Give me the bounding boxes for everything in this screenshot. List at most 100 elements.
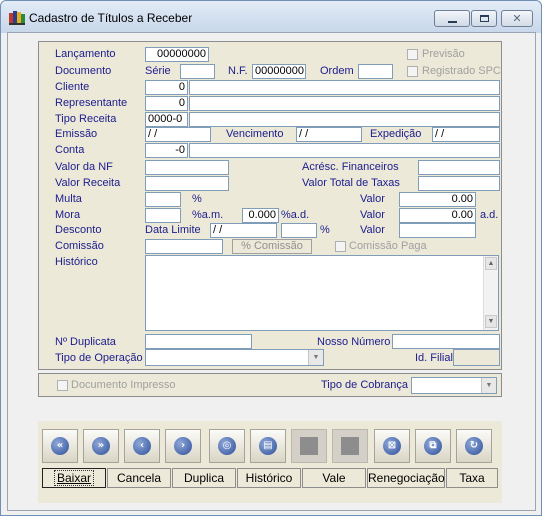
valor-receita-field[interactable] [145,176,229,191]
representante-label: Representante [55,97,128,109]
acresc-field[interactable] [418,160,500,175]
id-filial-label: Id. Filial [415,352,453,364]
lifebuoy-icon: ◎ [218,437,236,455]
mora-am-field[interactable] [145,208,181,223]
cliente-name-field[interactable] [189,80,500,95]
title-bar[interactable]: Cadastro de Títulos a Receber ✕ [1,1,541,33]
emissao-field[interactable]: / / [145,127,211,142]
minimize-button[interactable] [434,10,470,27]
historico-label: Histórico [55,256,98,268]
fast-forward-icon: » [92,437,110,455]
registrado-spc-checkbox[interactable] [407,66,418,77]
mora-valor-field[interactable]: 0.00 [399,208,476,223]
data-limite-label: Data Limite [145,224,201,236]
emissao-label: Emissão [55,128,98,140]
expedicao-field[interactable]: / / [432,127,500,142]
last-record-button[interactable]: » [83,429,119,463]
conta-label: Conta [55,144,85,156]
vencimento-field[interactable]: / / [296,127,362,142]
footer-panel: Documento Impresso Tipo de Cobrança ▼ [38,373,502,397]
mora-ad-field[interactable]: 0.000 [242,208,279,223]
representante-name-field[interactable] [189,96,500,111]
historico-textarea[interactable]: ▲ ▼ [145,255,499,331]
disabled-button-2 [332,429,368,463]
valor-nf-field[interactable] [145,160,229,175]
nosso-numero-field[interactable] [392,334,500,349]
close-button[interactable]: ✕ [501,10,533,27]
conta-name-field[interactable] [189,143,500,158]
multa-valor-field[interactable]: 0.00 [399,192,476,207]
data-limite-field[interactable]: / / [210,223,277,238]
list-button[interactable]: ▤ [250,429,286,463]
refresh-button[interactable]: ↻ [456,429,492,463]
scroll-up-icon[interactable]: ▲ [485,257,497,270]
desconto-pct-field[interactable] [281,223,317,238]
tipo-operacao-select[interactable]: ▼ [145,349,324,366]
representante-code-field[interactable]: 0 [145,96,188,111]
first-record-button[interactable]: « [42,429,78,463]
tipo-operacao-dropdown[interactable]: ▼ [308,350,323,365]
tipo-cobranca-select[interactable]: ▼ [411,377,497,394]
tipo-cobranca-dropdown[interactable]: ▼ [481,378,496,393]
mora-valor-unit: a.d. [480,209,499,221]
comissao-paga-label: Comissão Paga [349,240,427,252]
list-icon: ▤ [259,437,277,455]
historico-button[interactable]: Histórico [237,468,301,488]
maximize-button[interactable] [471,10,497,27]
multa-pct-field[interactable] [145,192,181,207]
nf-field[interactable]: 00000000 [252,64,306,79]
baixar-button[interactable]: Baixar [42,468,106,488]
copy-button[interactable]: ⧉ [415,429,451,463]
expedicao-label: Expedição [370,128,422,140]
vale-button[interactable]: Vale [302,468,366,488]
documento-label: Documento [55,65,112,77]
rewind-icon: « [51,437,69,455]
maximize-icon [479,15,489,22]
tipo-receita-label: Tipo Receita [55,113,117,125]
documento-impresso-checkbox[interactable] [57,380,68,391]
valor-total-taxas-field[interactable] [418,176,500,191]
pct-comissao-button[interactable]: % Comissão [232,239,312,254]
tipo-receita-name-field[interactable] [189,112,500,127]
cancela-button[interactable]: Cancela [107,468,171,488]
cliente-code-field[interactable]: 0 [145,80,188,95]
tipo-receita-code-field[interactable]: 0000-0 [145,112,188,127]
ordem-field[interactable] [358,64,393,79]
close-icon: ✕ [512,11,522,25]
desconto-valor-field[interactable] [399,223,476,238]
blank-icon [341,437,359,455]
lancamento-label: Lançamento [55,48,116,60]
tipo-operacao-label: Tipo de Operação [55,352,143,364]
next-icon: › [174,437,192,455]
lancamento-field[interactable]: 00000000 [145,47,209,62]
nduplicata-field[interactable] [145,334,252,349]
mora-valor-label: Valor [360,209,385,221]
scroll-down-icon[interactable]: ▼ [485,315,497,328]
chevron-down-icon: ▼ [485,382,493,389]
disabled-button-1 [291,429,327,463]
mora-label: Mora [55,209,81,221]
comissao-paga-checkbox[interactable] [335,241,346,252]
duplica-button[interactable]: Duplica [172,468,236,488]
nosso-numero-label: Nosso Número [317,336,391,348]
next-record-button[interactable]: › [165,429,201,463]
renegociacao-button[interactable]: Renegociação [367,468,445,488]
delete-button[interactable]: ⊠ [374,429,410,463]
comissao-label: Comissão [55,240,104,252]
baixar-label: Baixar [53,470,94,486]
form-panel: Lançamento 00000000 Previsão Documento S… [38,41,502,370]
previous-record-button[interactable]: ‹ [124,429,160,463]
taxa-button[interactable]: Taxa [446,468,498,488]
previous-icon: ‹ [133,437,151,455]
comissao-field[interactable] [145,239,223,254]
previsao-checkbox[interactable] [407,49,418,60]
serie-field[interactable] [180,64,215,79]
multa-valor-label: Valor [360,193,385,205]
conta-code-field[interactable]: -0 [145,143,188,158]
historico-scrollbar[interactable]: ▲ ▼ [483,256,498,330]
search-button[interactable]: ◎ [209,429,245,463]
app-books-icon [9,10,25,25]
valor-total-taxas-label: Valor Total de Taxas [302,177,400,189]
chevron-down-icon: ▼ [312,354,320,361]
nduplicata-label: Nº Duplicata [55,336,116,348]
